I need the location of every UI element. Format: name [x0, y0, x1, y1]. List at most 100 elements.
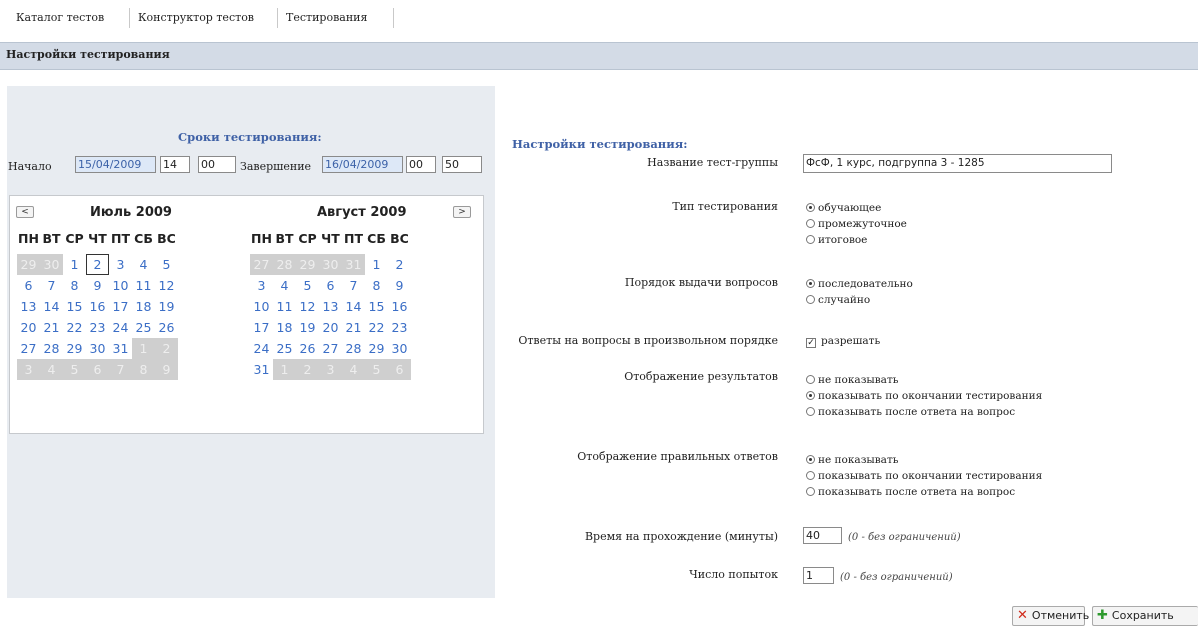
tab-test-catalog[interactable]: Каталог тестов	[8, 8, 130, 28]
calendar-day[interactable]: 23	[388, 317, 411, 338]
calendar-day-other-month[interactable]: 31	[342, 254, 365, 275]
calendar-day[interactable]: 25	[132, 317, 155, 338]
calendar-day-other-month[interactable]: 7	[109, 359, 132, 380]
calendar-day[interactable]: 14	[342, 296, 365, 317]
calendar-day[interactable]: 8	[63, 275, 86, 296]
calendar-day[interactable]: 30	[86, 338, 109, 359]
tab-test-builder[interactable]: Конструктор тестов	[130, 8, 278, 28]
calendar-day[interactable]: 29	[365, 338, 388, 359]
results-option-after-test[interactable]: показывать по окончании тестирования	[806, 390, 1042, 402]
test-type-option-training[interactable]: обучающее	[806, 202, 881, 214]
calendar-day-other-month[interactable]: 2	[155, 338, 178, 359]
start-hour-input[interactable]: 14	[160, 156, 190, 173]
calendar-day[interactable]: 31	[109, 338, 132, 359]
save-button[interactable]: ✚ Сохранить	[1092, 606, 1198, 626]
calendar-day[interactable]: 26	[296, 338, 319, 359]
end-hour-input[interactable]: 00	[406, 156, 436, 173]
calendar-day[interactable]: 17	[109, 296, 132, 317]
calendar-day[interactable]: 10	[250, 296, 273, 317]
calendar-day[interactable]: 9	[86, 275, 109, 296]
calendar-day[interactable]: 8	[365, 275, 388, 296]
calendar-day[interactable]: 19	[155, 296, 178, 317]
calendar-day[interactable]: 27	[319, 338, 342, 359]
calendar-day[interactable]: 4	[132, 254, 155, 275]
calendar-day-other-month[interactable]: 30	[40, 254, 63, 275]
calendar-day[interactable]: 24	[109, 317, 132, 338]
calendar-day[interactable]: 26	[155, 317, 178, 338]
start-minute-input[interactable]: 00	[198, 156, 236, 173]
calendar-day[interactable]: 31	[250, 359, 273, 380]
calendar-day[interactable]: 4	[273, 275, 296, 296]
test-type-option-intermediate[interactable]: промежуточное	[806, 218, 907, 230]
calendar-day-other-month[interactable]: 9	[155, 359, 178, 380]
calendar-day[interactable]: 6	[17, 275, 40, 296]
calendar-day[interactable]: 20	[319, 317, 342, 338]
calendar-day[interactable]: 7	[342, 275, 365, 296]
calendar-day[interactable]: 22	[63, 317, 86, 338]
calendar-day[interactable]: 6	[319, 275, 342, 296]
calendar-day[interactable]: 25	[273, 338, 296, 359]
calendar-day[interactable]: 18	[132, 296, 155, 317]
calendar-day[interactable]: 29	[63, 338, 86, 359]
calendar-day[interactable]: 21	[342, 317, 365, 338]
calendar-day-other-month[interactable]: 29	[296, 254, 319, 275]
results-option-after-answer[interactable]: показывать после ответа на вопрос	[806, 406, 1015, 418]
calendar-day[interactable]: 15	[63, 296, 86, 317]
order-option-sequential[interactable]: последовательно	[806, 278, 913, 290]
correct-option-after-test[interactable]: показывать по окончании тестирования	[806, 470, 1042, 482]
calendar-day-other-month[interactable]: 5	[365, 359, 388, 380]
prev-month-button[interactable]: <	[16, 206, 34, 218]
calendar-day-other-month[interactable]: 28	[273, 254, 296, 275]
calendar-day-other-month[interactable]: 30	[319, 254, 342, 275]
correct-option-after-answer[interactable]: показывать после ответа на вопрос	[806, 486, 1015, 498]
calendar-day-other-month[interactable]: 29	[17, 254, 40, 275]
attempts-input[interactable]: 1	[803, 567, 834, 584]
calendar-day[interactable]: 5	[296, 275, 319, 296]
end-minute-input[interactable]: 50	[442, 156, 482, 173]
calendar-day-other-month[interactable]: 1	[132, 338, 155, 359]
calendar-day[interactable]: 5	[155, 254, 178, 275]
calendar-day-other-month[interactable]: 4	[40, 359, 63, 380]
calendar-day-other-month[interactable]: 3	[17, 359, 40, 380]
calendar-day[interactable]: 13	[319, 296, 342, 317]
calendar-day-other-month[interactable]: 6	[86, 359, 109, 380]
calendar-day[interactable]: 24	[250, 338, 273, 359]
start-date-input[interactable]: 15/04/2009	[75, 156, 156, 173]
tab-testings[interactable]: Тестирования	[278, 8, 394, 28]
cancel-button[interactable]: ✕ Отменить	[1012, 606, 1089, 626]
calendar-day[interactable]: 27	[17, 338, 40, 359]
calendar-day[interactable]: 28	[40, 338, 63, 359]
calendar-day[interactable]: 20	[17, 317, 40, 338]
calendar-day[interactable]: 28	[342, 338, 365, 359]
next-month-button[interactable]: >	[453, 206, 471, 218]
calendar-day[interactable]: 22	[365, 317, 388, 338]
calendar-day[interactable]: 18	[273, 317, 296, 338]
calendar-day[interactable]: 19	[296, 317, 319, 338]
end-date-input[interactable]: 16/04/2009	[322, 156, 403, 173]
calendar-day-other-month[interactable]: 3	[319, 359, 342, 380]
calendar-day[interactable]: 13	[17, 296, 40, 317]
calendar-day[interactable]: 16	[388, 296, 411, 317]
group-name-input[interactable]: ФсФ, 1 курс, подгруппа 3 - 1285	[803, 154, 1112, 173]
calendar-day[interactable]: 30	[388, 338, 411, 359]
calendar-day[interactable]: 21	[40, 317, 63, 338]
calendar-day[interactable]: 15	[365, 296, 388, 317]
any-order-checkbox[interactable]: ✓ разрешать	[806, 335, 880, 348]
test-type-option-final[interactable]: итоговое	[806, 234, 867, 246]
calendar-day-selected[interactable]: 2	[86, 254, 109, 275]
calendar-day[interactable]: 23	[86, 317, 109, 338]
calendar-day-other-month[interactable]: 5	[63, 359, 86, 380]
time-limit-input[interactable]: 40	[803, 527, 842, 544]
calendar-day-other-month[interactable]: 1	[273, 359, 296, 380]
calendar-day-other-month[interactable]: 27	[250, 254, 273, 275]
calendar-day-other-month[interactable]: 8	[132, 359, 155, 380]
order-option-random[interactable]: случайно	[806, 294, 870, 306]
calendar-day[interactable]: 9	[388, 275, 411, 296]
calendar-day[interactable]: 14	[40, 296, 63, 317]
results-option-hide[interactable]: не показывать	[806, 374, 898, 386]
correct-option-hide[interactable]: не показывать	[806, 454, 898, 466]
calendar-day[interactable]: 10	[109, 275, 132, 296]
calendar-day[interactable]: 7	[40, 275, 63, 296]
calendar-day[interactable]: 11	[273, 296, 296, 317]
calendar-day[interactable]: 2	[388, 254, 411, 275]
